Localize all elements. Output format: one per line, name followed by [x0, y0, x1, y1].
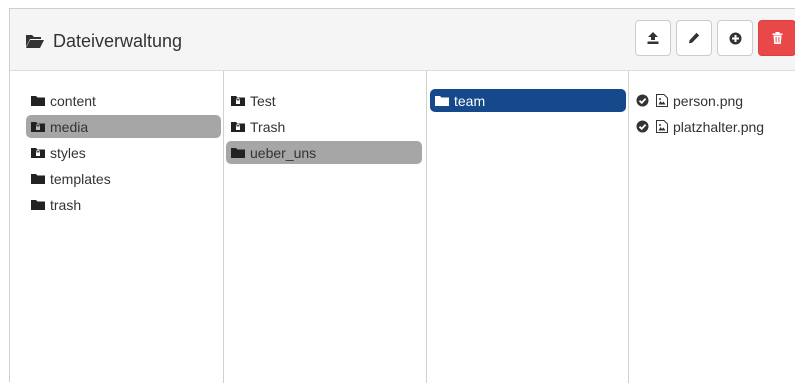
folder-label: media — [50, 118, 89, 135]
delete-button[interactable] — [758, 20, 795, 56]
file-item-person[interactable]: person.png — [631, 89, 791, 112]
folder-item-content[interactable]: content — [26, 89, 221, 112]
folder-icon — [31, 96, 45, 106]
check-circle-icon[interactable] — [636, 94, 649, 107]
folder-label: styles — [50, 144, 86, 161]
folder-locked-icon — [31, 122, 45, 132]
add-button[interactable] — [717, 20, 753, 56]
folder-item-trash[interactable]: Trash — [226, 115, 422, 138]
folder-item-trash[interactable]: trash — [26, 193, 221, 216]
column-team: person.png platzhalter.png — [629, 71, 795, 383]
upload-icon — [647, 32, 659, 44]
folder-label: templates — [50, 170, 111, 187]
page-title-text: Dateiverwaltung — [53, 30, 183, 51]
panel-header: Dateiverwaltung — [10, 9, 795, 71]
file-label: platzhalter.png — [673, 118, 765, 135]
folder-label: ueber_uns — [250, 144, 317, 161]
image-file-icon — [656, 94, 668, 107]
folder-label: Test — [250, 92, 276, 109]
folder-label: content — [50, 92, 96, 109]
folder-locked-icon — [231, 122, 245, 132]
miller-columns: content media styles templates trash Tes… — [10, 71, 795, 383]
folder-item-templates[interactable]: templates — [26, 167, 221, 190]
folder-locked-icon — [31, 148, 45, 158]
folder-label: Trash — [250, 118, 286, 135]
upload-button[interactable] — [635, 20, 671, 56]
folder-locked-icon — [231, 96, 245, 106]
file-manager-panel: Dateiverwaltung content media styles tem… — [9, 8, 795, 383]
check-circle-icon[interactable] — [636, 120, 649, 133]
folder-label: team — [454, 92, 486, 109]
folder-item-team[interactable]: team — [430, 89, 626, 112]
folder-item-styles[interactable]: styles — [26, 141, 221, 164]
folder-icon — [435, 96, 449, 106]
folder-icon — [31, 200, 45, 210]
folder-item-media[interactable]: media — [26, 115, 221, 138]
plus-circle-icon — [729, 32, 741, 44]
page-title: Dateiverwaltung — [25, 28, 182, 54]
column-media: Test Trash ueber_uns — [224, 71, 427, 383]
folder-icon — [31, 174, 45, 184]
folder-icon — [231, 148, 245, 158]
pencil-icon — [689, 32, 700, 44]
rename-button[interactable] — [676, 20, 712, 56]
column-root: content media styles templates trash — [10, 71, 224, 383]
file-item-platzhalter[interactable]: platzhalter.png — [631, 115, 791, 138]
toolbar — [630, 20, 795, 56]
image-file-icon — [656, 120, 668, 133]
column-ueber-uns: team — [427, 71, 629, 383]
folder-item-test[interactable]: Test — [226, 89, 422, 112]
folder-open-icon — [26, 35, 44, 48]
folder-item-ueber-uns[interactable]: ueber_uns — [226, 141, 422, 164]
trash-icon — [772, 32, 782, 44]
file-label: person.png — [673, 92, 744, 109]
folder-label: trash — [50, 196, 82, 213]
